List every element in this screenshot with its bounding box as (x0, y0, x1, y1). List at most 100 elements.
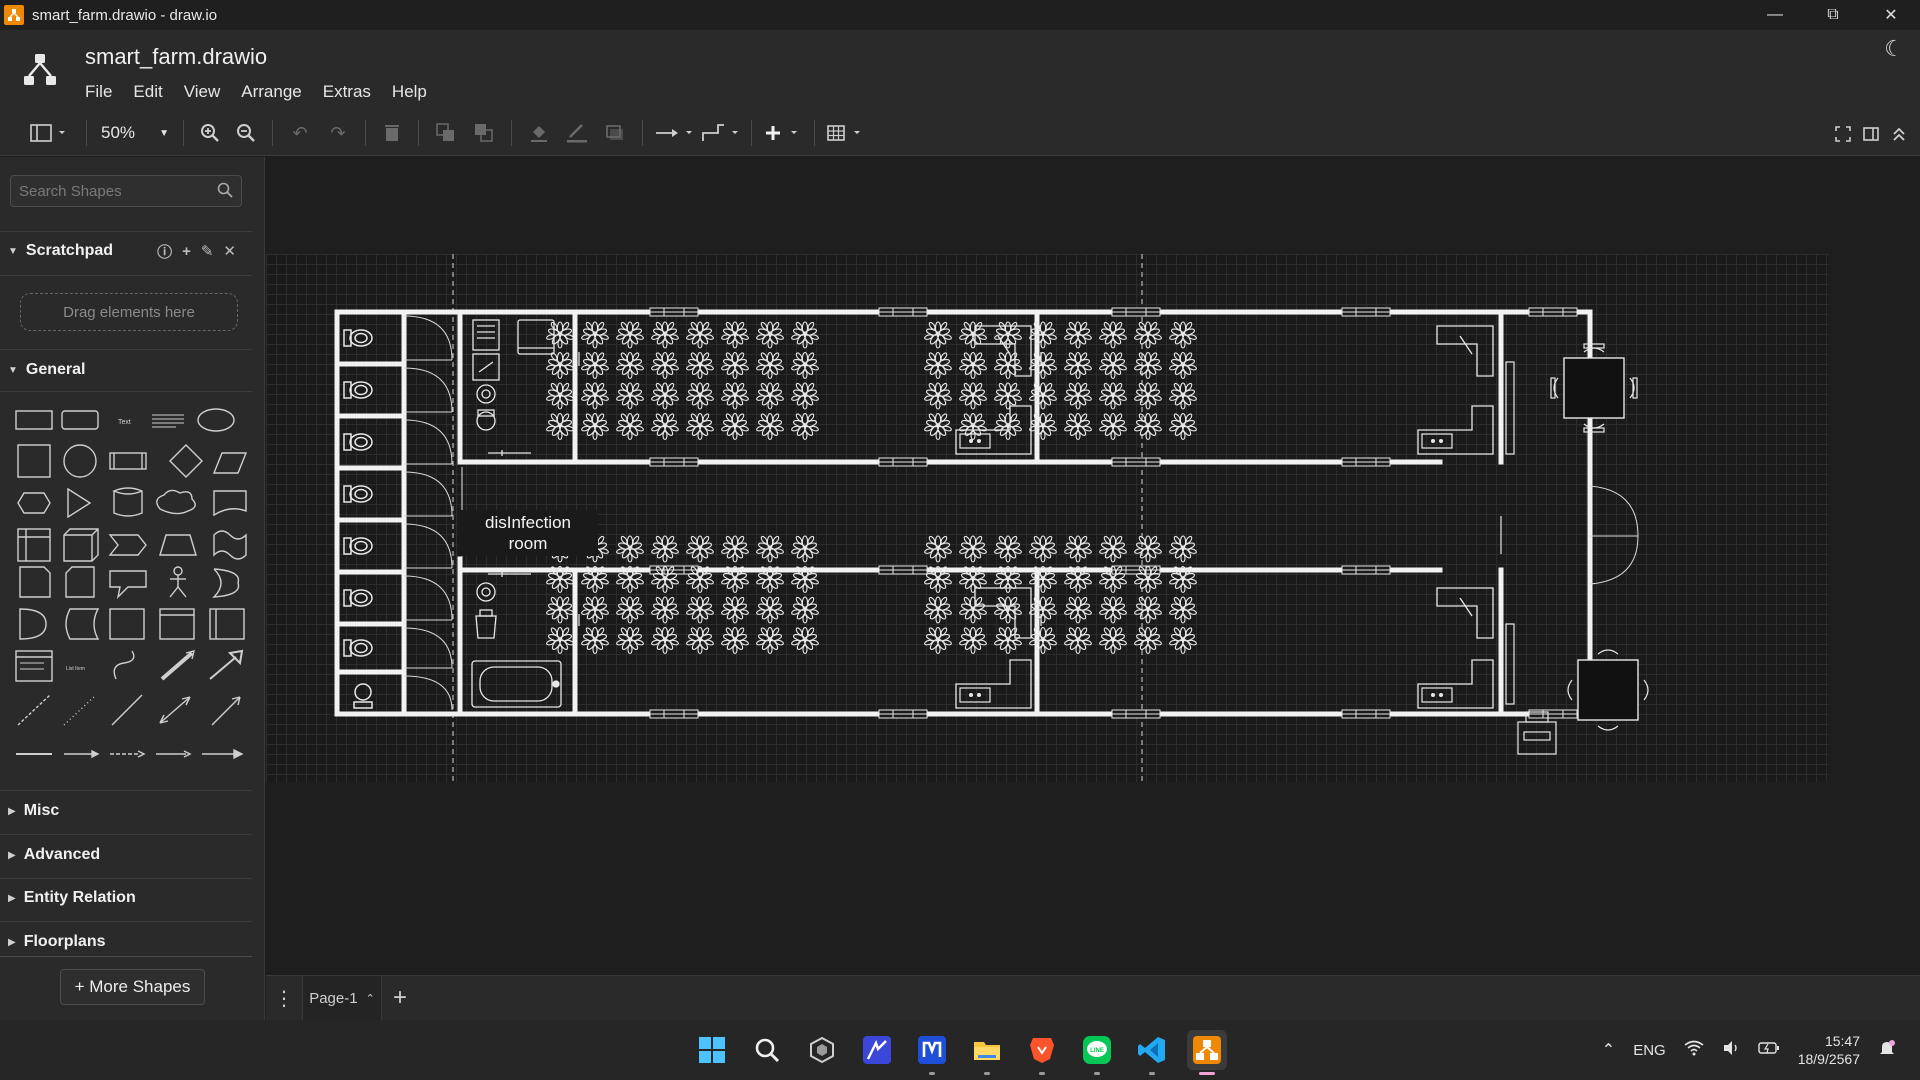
add-icon[interactable]: + (182, 243, 191, 260)
file-name[interactable]: smart_farm.drawio (85, 44, 267, 70)
plant-icon (1168, 320, 1198, 349)
chevron-right-icon: ▶ (8, 892, 16, 904)
fullscreen-icon[interactable] (1834, 119, 1852, 149)
plant-icon (1028, 534, 1058, 563)
menu-arrange[interactable]: Arrange (241, 82, 301, 102)
chevron-down-icon: ▼ (8, 364, 18, 376)
plant-icon (1133, 412, 1163, 441)
section-scratchpad-label: Scratchpad (25, 242, 114, 259)
chart-app-icon[interactable] (857, 1030, 897, 1070)
section-entity-relation[interactable]: ▶ Entity Relation (0, 879, 252, 917)
to-back-icon[interactable] (465, 118, 503, 148)
section-misc[interactable]: ▶ Misc (0, 792, 252, 830)
plant-icon (580, 320, 610, 349)
redo-icon[interactable]: ↷ (319, 118, 357, 148)
dark-mode-icon[interactable]: ☾ (1884, 36, 1904, 62)
plant-icon (1063, 626, 1093, 655)
zoom-select[interactable]: 50% ▼ (95, 118, 175, 148)
plant-icon (1133, 351, 1163, 380)
close-window-button[interactable]: ✕ (1862, 0, 1920, 30)
language-indicator[interactable]: ENG (1633, 1042, 1666, 1059)
clock[interactable]: 15:47 18/9/2567 (1798, 1032, 1860, 1068)
to-front-icon[interactable] (427, 118, 465, 148)
diagram-canvas[interactable]: disInfection room (266, 157, 1920, 975)
section-general[interactable]: ▼ General (0, 351, 252, 389)
zoom-in-icon[interactable] (192, 118, 228, 148)
minimize-button[interactable]: — (1746, 0, 1804, 30)
ai-app-icon[interactable] (802, 1030, 842, 1070)
plant-icon (1133, 320, 1163, 349)
menu-extras[interactable]: Extras (323, 82, 371, 102)
chevron-up-icon[interactable]: ⌃ (366, 992, 375, 1005)
plant-icon (1028, 320, 1058, 349)
vscode-icon[interactable] (1132, 1030, 1172, 1075)
search-input[interactable] (11, 176, 211, 206)
section-advanced-label: Advanced (23, 846, 101, 863)
drawio-icon[interactable] (1187, 1030, 1227, 1075)
fill-color-icon[interactable] (520, 118, 558, 148)
plant-icon (1063, 534, 1093, 563)
collapse-icon[interactable] (1890, 119, 1908, 149)
plant-icon (923, 534, 953, 563)
section-general-label: General (25, 361, 86, 378)
wifi-icon[interactable] (1684, 1040, 1704, 1060)
plant-icon (650, 534, 680, 563)
section-scratchpad[interactable]: ▼ Scratchpad ⓘ + ✎ ✕ (0, 232, 252, 270)
scratchpad-dropzone[interactable]: Drag elements here (20, 293, 238, 331)
menu-view[interactable]: View (184, 82, 221, 102)
panel-toggle-icon[interactable] (18, 118, 78, 148)
plant-icon (1133, 595, 1163, 624)
page-tabs-bar: ⋮ Page-1 ⌃ + (266, 975, 1920, 1020)
search-icon[interactable] (747, 1030, 787, 1070)
notification-bell-icon[interactable] (1878, 1039, 1896, 1061)
line-color-icon[interactable] (558, 118, 596, 148)
menu-file[interactable]: File (85, 82, 112, 102)
plant-icon (923, 381, 953, 410)
plant-icon (615, 626, 645, 655)
search-icon[interactable] (217, 182, 233, 198)
section-advanced[interactable]: ▶ Advanced (0, 836, 252, 874)
chevron-down-icon: ▼ (8, 245, 18, 257)
close-icon[interactable]: ✕ (223, 242, 236, 260)
shadow-icon[interactable] (596, 118, 634, 148)
menu-edit[interactable]: Edit (133, 82, 162, 102)
search-shapes[interactable] (10, 175, 242, 207)
format-panel-icon[interactable] (1862, 119, 1880, 149)
brave-icon[interactable] (1022, 1030, 1062, 1075)
waypoints-icon[interactable] (697, 118, 743, 148)
add-page-icon[interactable]: + (382, 984, 418, 1012)
plant-icon (1168, 381, 1198, 410)
more-shapes-button[interactable]: + More Shapes (60, 969, 205, 1005)
restore-button[interactable]: ⧉ (1804, 0, 1862, 30)
edit-icon[interactable]: ✎ (201, 242, 214, 260)
plant-icon (993, 534, 1023, 563)
file-explorer-icon[interactable] (967, 1030, 1007, 1075)
app-icon[interactable] (912, 1030, 952, 1075)
undo-icon[interactable]: ↶ (281, 118, 319, 148)
connection-style-icon[interactable] (651, 118, 697, 148)
menu-help[interactable]: Help (392, 82, 427, 102)
general-shapes-palette[interactable]: Text List Item (10, 403, 250, 773)
diagram-page[interactable]: disInfection room (266, 254, 1829, 782)
plant-icon (545, 626, 575, 655)
delete-icon[interactable] (374, 118, 410, 148)
start-icon[interactable] (692, 1030, 732, 1070)
volume-icon[interactable] (1722, 1040, 1740, 1060)
pages-menu-icon[interactable]: ⋮ (266, 986, 302, 1011)
line-icon[interactable]: LINE (1077, 1030, 1117, 1075)
plant-icon (1098, 595, 1128, 624)
plant-icon (580, 412, 610, 441)
insert-icon[interactable] (760, 118, 806, 148)
table-icon[interactable] (823, 118, 869, 148)
section-misc-label: Misc (23, 802, 60, 819)
plant-icon (958, 351, 988, 380)
zoom-out-icon[interactable] (228, 118, 264, 148)
plant-icon (685, 626, 715, 655)
chevron-right-icon: ▶ (8, 936, 16, 948)
help-icon[interactable]: ⓘ (157, 241, 172, 262)
battery-icon[interactable] (1758, 1040, 1780, 1060)
disinfection-room-label[interactable]: disInfection room (458, 510, 598, 556)
page-tab[interactable]: Page-1 ⌃ (302, 976, 382, 1020)
chevron-up-icon[interactable]: ⌃ (1602, 1040, 1615, 1060)
plant-icon (1133, 381, 1163, 410)
